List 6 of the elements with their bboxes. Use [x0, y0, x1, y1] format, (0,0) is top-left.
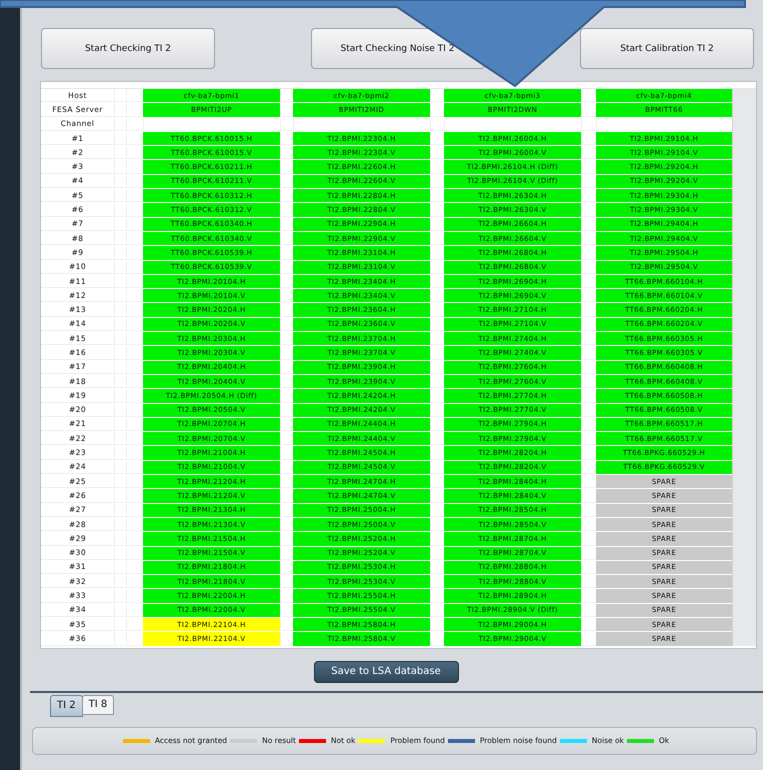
start-button[interactable]: Start Checking TI 2 — [41, 28, 215, 69]
save-button[interactable]: Save to LSA database — [314, 660, 458, 683]
start-button[interactable]: Start Calibration TI 2 — [580, 28, 754, 69]
scroll-bar[interactable] — [732, 89, 756, 646]
tab[interactable]: TI 8 — [82, 694, 114, 715]
tab[interactable]: TI 2 — [50, 694, 83, 717]
